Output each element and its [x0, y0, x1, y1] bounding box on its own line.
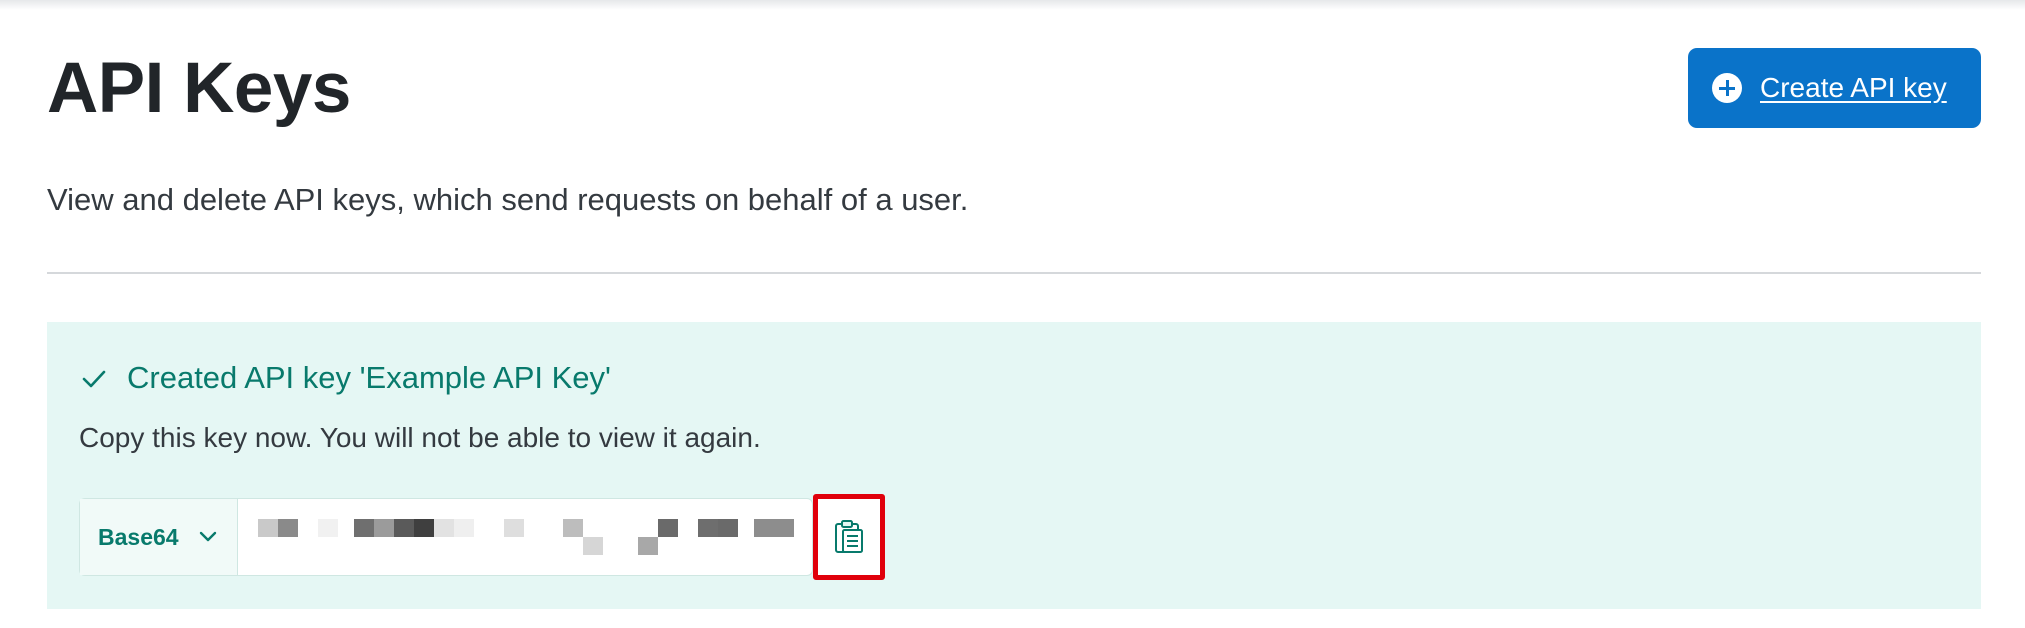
format-select-label: Base64 [98, 523, 179, 550]
chevron-down-icon [199, 531, 216, 542]
success-title: Created API key 'Example API Key' [127, 360, 611, 395]
format-select[interactable]: Base64 [80, 499, 238, 575]
copy-key-button[interactable] [813, 494, 885, 580]
success-hint: Copy this key now. You will not be able … [79, 422, 761, 453]
topbar-shadow [0, 0, 2025, 10]
plus-circle-icon [1712, 73, 1742, 103]
create-api-key-label: Create API key [1760, 72, 1947, 103]
success-notice: Created API key 'Example API Key' Copy t… [47, 322, 1981, 609]
api-key-value-obscured[interactable] [238, 499, 812, 575]
check-icon [82, 370, 106, 388]
divider [47, 272, 1981, 274]
create-api-key-button[interactable]: Create API key [1688, 48, 1981, 128]
page-description: View and delete API keys, which send req… [47, 182, 969, 217]
clipboard-icon [835, 520, 863, 553]
api-key-field: Base64 [79, 498, 813, 576]
page-title: API Keys [47, 49, 351, 128]
